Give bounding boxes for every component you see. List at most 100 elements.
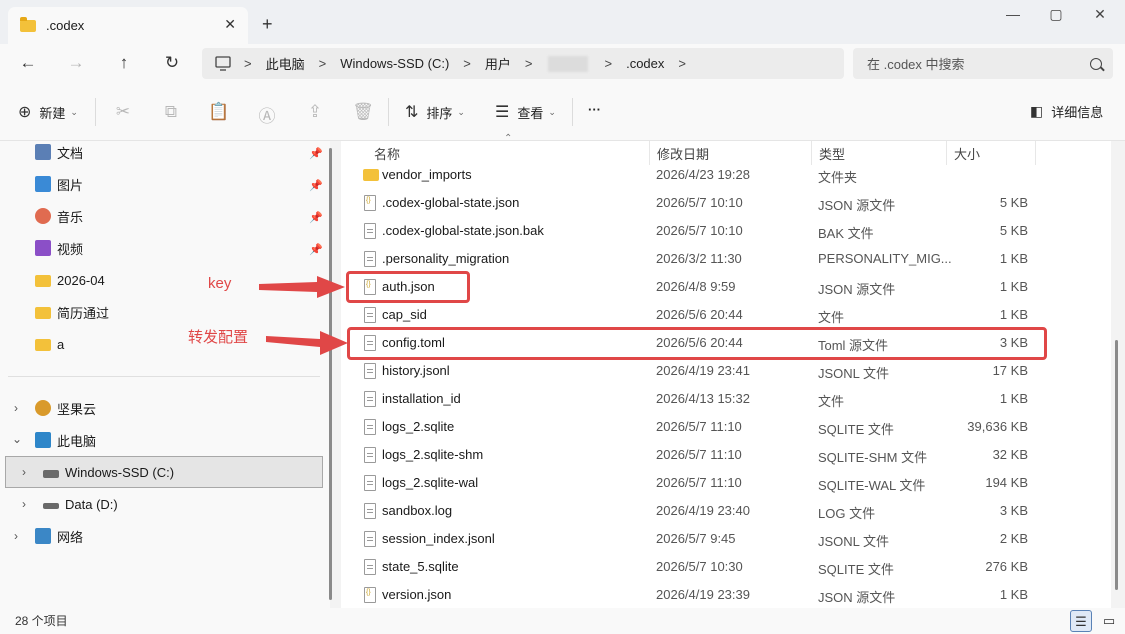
pin-icon[interactable]: 📌 xyxy=(309,243,323,256)
annotation-highlight-config xyxy=(347,327,1047,360)
details-pane-button[interactable]: ◧ 详细信息 xyxy=(1030,102,1103,121)
breadcrumb-separator: > xyxy=(244,56,252,71)
file-size: 1 KB xyxy=(999,279,1028,294)
copy-icon[interactable]: ⧉ xyxy=(160,102,182,122)
breadcrumb-separator: > xyxy=(318,56,327,71)
maximize-button[interactable]: ▢ xyxy=(1046,6,1066,23)
sidebar-item-nutstore[interactable]: 坚果云 xyxy=(35,395,96,421)
sidebar-item-drive-c[interactable]: Windows-SSD (C:) xyxy=(43,459,174,485)
sidebar-item-drive-d[interactable]: Data (D:) xyxy=(43,491,118,517)
chevron-right-icon[interactable]: › xyxy=(22,497,26,511)
sidebar-item-label: 坚果云 xyxy=(57,401,97,417)
sidebar-item-pictures[interactable]: 图片 xyxy=(35,171,83,197)
file-icon xyxy=(364,391,376,407)
sidebar-item-videos[interactable]: 视频 xyxy=(35,235,83,261)
minimize-button[interactable]: — xyxy=(1003,6,1023,22)
close-window-button[interactable]: ✕ xyxy=(1090,6,1110,23)
more-button[interactable]: ··· xyxy=(588,102,601,117)
nutstore-icon xyxy=(35,400,51,416)
sidebar-item-music[interactable]: 音乐 xyxy=(35,203,83,229)
view-button[interactable]: ☰ 查看 ⌄ xyxy=(495,102,556,122)
pin-icon[interactable]: 📌 xyxy=(309,211,323,224)
file-row[interactable]: installation_id 2026/4/13 15:32 文件 1 KB xyxy=(341,385,1111,413)
sidebar-item-2026-04[interactable]: 2026-04 xyxy=(35,267,105,293)
refresh-button[interactable]: ↻ xyxy=(161,53,183,73)
sidebar-item-network[interactable]: 网络 xyxy=(35,523,83,549)
file-name: history.jsonl xyxy=(382,363,450,378)
details-view-icon[interactable]: ☰ xyxy=(1070,610,1092,632)
drive-icon xyxy=(43,470,59,478)
chevron-right-icon[interactable]: › xyxy=(14,401,18,415)
file-row[interactable]: logs_2.sqlite 2026/5/7 11:10 SQLITE 文件 39,6… xyxy=(341,413,1111,441)
chevron-right-icon[interactable]: › xyxy=(22,465,26,479)
up-button[interactable]: ↑ xyxy=(113,53,135,73)
sidebar-item-documents[interactable]: 文档 xyxy=(35,139,83,165)
file-row[interactable]: vendor_imports 2026/4/23 19:28 文件夹 xyxy=(341,161,1111,189)
file-name: session_index.jsonl xyxy=(382,531,495,546)
address-bar[interactable]: > 此电脑 > Windows-SSD (C:) > 用户 > > .codex… xyxy=(202,48,844,79)
file-icon xyxy=(364,363,376,379)
file-name: .personality_migration xyxy=(382,251,510,266)
pin-icon[interactable]: 📌 xyxy=(309,147,323,160)
file-row[interactable]: version.json 2026/4/19 23:39 JSON 源文件 1 KB xyxy=(341,581,1111,609)
file-name: .codex-global-state.json.bak xyxy=(382,223,544,238)
tiles-view-icon[interactable]: ▭ xyxy=(1098,610,1120,632)
breadcrumb-user-redacted[interactable] xyxy=(548,55,589,72)
annotation-key-label: key xyxy=(208,275,232,292)
breadcrumb-this-pc[interactable]: 此电脑 xyxy=(266,54,305,73)
sidebar-item-resume-passed[interactable]: 简历通过 xyxy=(35,299,109,325)
sidebar-item-a[interactable]: a xyxy=(35,331,64,357)
file-size: 1 KB xyxy=(999,587,1028,602)
file-date: 2026/5/7 10:10 xyxy=(656,195,743,210)
sort-icon: ⇅ xyxy=(405,104,419,121)
breadcrumb-codex[interactable]: .codex xyxy=(626,56,664,71)
delete-icon[interactable]: 🗑 xyxy=(352,102,374,122)
sort-button[interactable]: ⇅ 排序 ⌄ xyxy=(405,102,465,122)
rename-icon[interactable]: Ⓐ xyxy=(256,102,278,127)
chevron-right-icon[interactable]: › xyxy=(14,529,18,543)
file-date: 2026/4/19 23:40 xyxy=(656,503,750,518)
item-count: 28 个项目 xyxy=(15,614,68,628)
new-button[interactable]: ⊕ 新建 ⌄ xyxy=(18,102,78,122)
file-name: version.json xyxy=(382,587,452,602)
tab-codex[interactable]: .codex ✕ xyxy=(8,7,248,44)
file-row[interactable]: logs_2.sqlite-shm 2026/5/7 11:10 SQLITE-SH… xyxy=(341,441,1111,469)
divider xyxy=(388,98,389,126)
file-row[interactable]: sandbox.log 2026/4/19 23:40 LOG 文件 3 KB xyxy=(341,497,1111,525)
share-icon[interactable]: ⇪ xyxy=(304,102,326,122)
file-date: 2026/5/7 11:10 xyxy=(656,447,742,462)
new-tab-button[interactable]: + xyxy=(262,14,273,35)
file-row[interactable]: .personality_migration 2026/3/2 11:30 PERS… xyxy=(341,245,1111,273)
breadcrumb-users[interactable]: 用户 xyxy=(485,54,511,73)
breadcrumb-drive-c[interactable]: Windows-SSD (C:) xyxy=(340,56,449,71)
sidebar-item-label: 此电脑 xyxy=(57,433,97,449)
pin-icon[interactable]: 📌 xyxy=(309,179,323,192)
file-name: logs_2.sqlite-shm xyxy=(382,447,484,462)
file-date: 2026/5/7 10:30 xyxy=(656,559,743,574)
file-row[interactable]: logs_2.sqlite-wal 2026/5/7 11:10 SQLITE-WA… xyxy=(341,469,1111,497)
back-button[interactable]: ← xyxy=(17,53,39,73)
file-name: sandbox.log xyxy=(382,503,453,518)
close-tab-icon[interactable]: ✕ xyxy=(224,16,236,33)
chevron-down-icon[interactable]: ⌄ xyxy=(12,432,22,446)
file-row[interactable]: cap_sid 2026/5/6 20:44 文件 1 KB xyxy=(341,301,1111,329)
file-row[interactable]: .codex-global-state.json.bak 2026/5/7 10:… xyxy=(341,217,1111,245)
sidebar-scrollbar[interactable] xyxy=(329,148,332,600)
file-list-scrollbar[interactable] xyxy=(1115,340,1118,590)
drive-icon xyxy=(43,503,59,509)
sidebar-item-this-pc[interactable]: 此电脑 xyxy=(35,427,96,453)
file-row[interactable]: .codex-global-state.json 2026/5/7 10:10 JS… xyxy=(341,189,1111,217)
file-type: SQLITE-WAL 文件 xyxy=(818,478,926,493)
title-bar: .codex ✕ + — ▢ ✕ xyxy=(0,0,1125,44)
paste-icon[interactable]: 📋 xyxy=(208,102,230,122)
forward-button[interactable]: → xyxy=(65,53,87,73)
file-name: cap_sid xyxy=(382,307,427,322)
cut-icon[interactable]: ✂ xyxy=(112,102,134,122)
file-row[interactable]: state_5.sqlite 2026/5/7 10:30 SQLITE 文件 276… xyxy=(341,553,1111,581)
file-row[interactable]: history.jsonl 2026/4/19 23:41 JSONL 文件 17 K… xyxy=(341,357,1111,385)
file-row[interactable]: session_index.jsonl 2026/5/7 9:45 JSONL 文件… xyxy=(341,525,1111,553)
search-input[interactable]: 在 .codex 中搜索 xyxy=(853,48,1113,79)
folder-icon xyxy=(35,339,51,351)
file-date: 2026/4/8 9:59 xyxy=(656,279,736,294)
search-icon[interactable] xyxy=(1090,58,1102,70)
